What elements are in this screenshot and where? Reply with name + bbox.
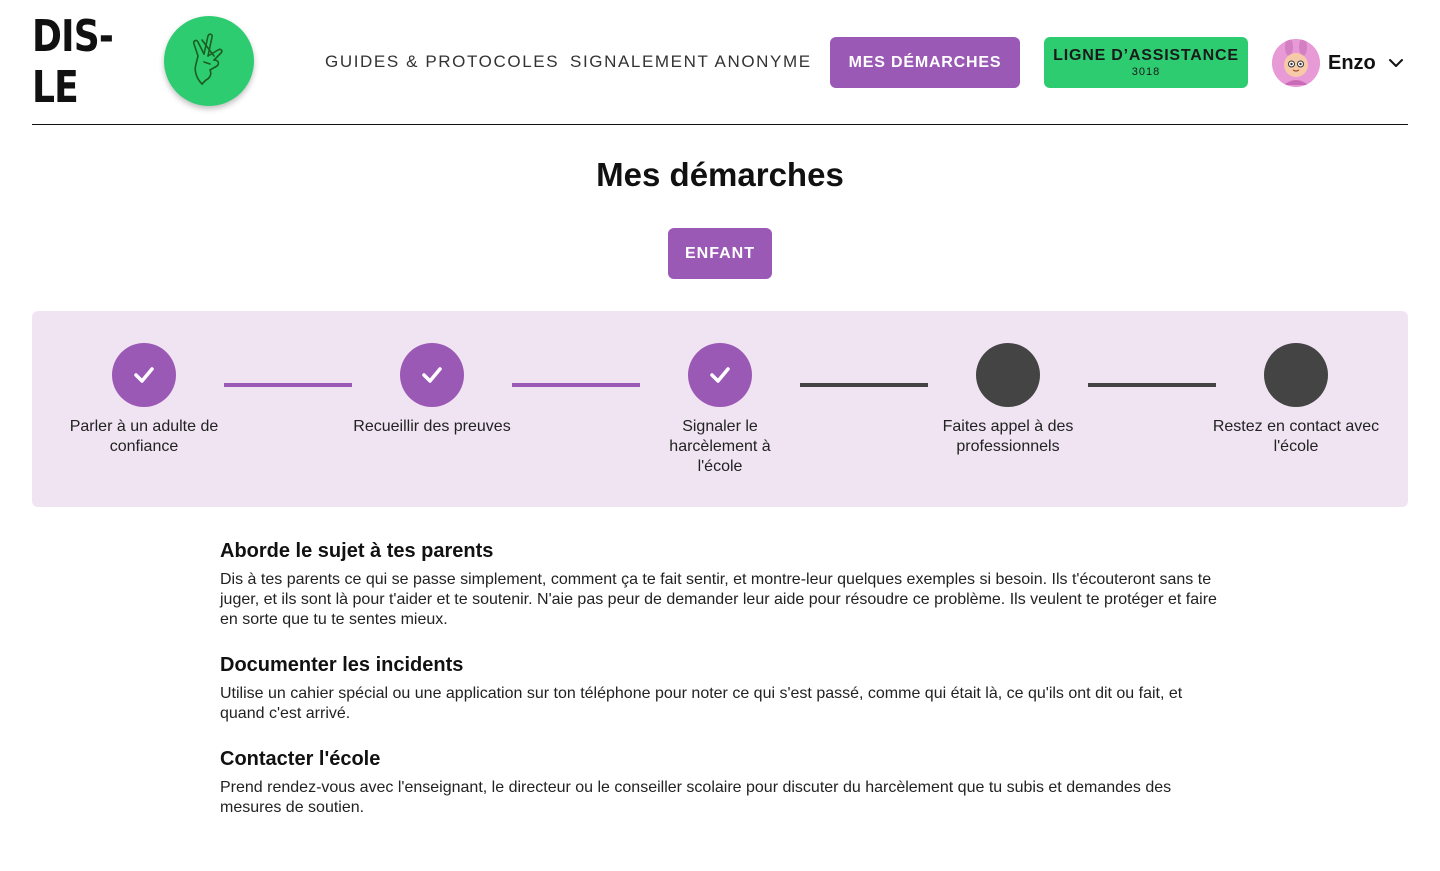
logo-text: DIS-LE	[32, 11, 114, 113]
step-3[interactable]: Signaler le harcèlement à l'école	[630, 343, 810, 477]
step-connector	[224, 383, 352, 387]
step-label: Signaler le harcèlement à l'école	[669, 418, 771, 475]
section-title: Contacter l'école	[220, 748, 381, 770]
step-details: Aborde le sujet à tes parents Dis à tes …	[220, 538, 1220, 840]
step-pending-indicator	[1264, 343, 1328, 407]
check-icon	[688, 343, 752, 407]
step-label: Restez en contact avec l'école	[1212, 418, 1380, 455]
user-menu[interactable]: Enzo	[1272, 38, 1404, 88]
page-title: Mes démarches	[596, 156, 844, 193]
section-text: Prend rendez-vous avec l'enseignant, le …	[220, 779, 1172, 816]
step-label: Faites appel à des professionnels	[942, 418, 1074, 455]
progress-stepper: Parler à un adulte de confiance Recueill…	[32, 311, 1408, 507]
ligne-assistance-button[interactable]: LIGNE D’ASSISTANCE 3018	[1044, 37, 1248, 88]
section-title: Documenter les incidents	[220, 654, 464, 676]
check-icon	[112, 343, 176, 407]
step-5[interactable]: Restez en contact avec l'école	[1206, 343, 1386, 457]
role-enfant-button[interactable]: ENFANT	[668, 228, 772, 279]
chevron-down-icon[interactable]	[1388, 55, 1404, 71]
step-2[interactable]: Recueillir des preuves	[342, 343, 522, 437]
site-header: DIS-LE GUIDES & PROTOCOLES SIGNALEMENT A…	[32, 0, 1408, 125]
step-connector	[512, 383, 640, 387]
step-pending-indicator	[976, 343, 1040, 407]
section-parents: Aborde le sujet à tes parents Dis à tes …	[220, 538, 1220, 630]
step-label: Recueillir des preuves	[353, 418, 511, 435]
bunny-avatar-icon	[1272, 39, 1320, 87]
step-4[interactable]: Faites appel à des professionnels	[918, 343, 1098, 457]
section-ecole: Contacter l'école Prend rendez-vous avec…	[220, 746, 1220, 818]
section-documenter: Documenter les incidents Utilise un cahi…	[220, 652, 1220, 724]
crossed-fingers-icon	[164, 16, 254, 106]
section-title: Aborde le sujet à tes parents	[220, 540, 494, 562]
nav-guides-protocoles[interactable]: GUIDES & PROTOCOLES	[325, 52, 559, 72]
logo[interactable]: DIS-LE	[32, 11, 254, 113]
assistance-label: LIGNE D’ASSISTANCE	[1053, 47, 1239, 64]
nav-signalement-anonyme[interactable]: SIGNALEMENT ANONYME	[570, 52, 812, 72]
check-icon	[400, 343, 464, 407]
user-name: Enzo	[1328, 51, 1376, 74]
section-text: Utilise un cahier spécial ou une applica…	[220, 685, 1183, 722]
step-1[interactable]: Parler à un adulte de confiance	[54, 343, 234, 457]
assistance-number: 3018	[1131, 66, 1161, 78]
step-connector	[1088, 383, 1216, 387]
step-label: Parler à un adulte de confiance	[69, 418, 219, 455]
step-connector	[800, 383, 928, 387]
section-text: Dis à tes parents ce qui se passe simple…	[220, 571, 1217, 628]
nav-mes-demarches-button[interactable]: MES DÉMARCHES	[830, 37, 1020, 88]
